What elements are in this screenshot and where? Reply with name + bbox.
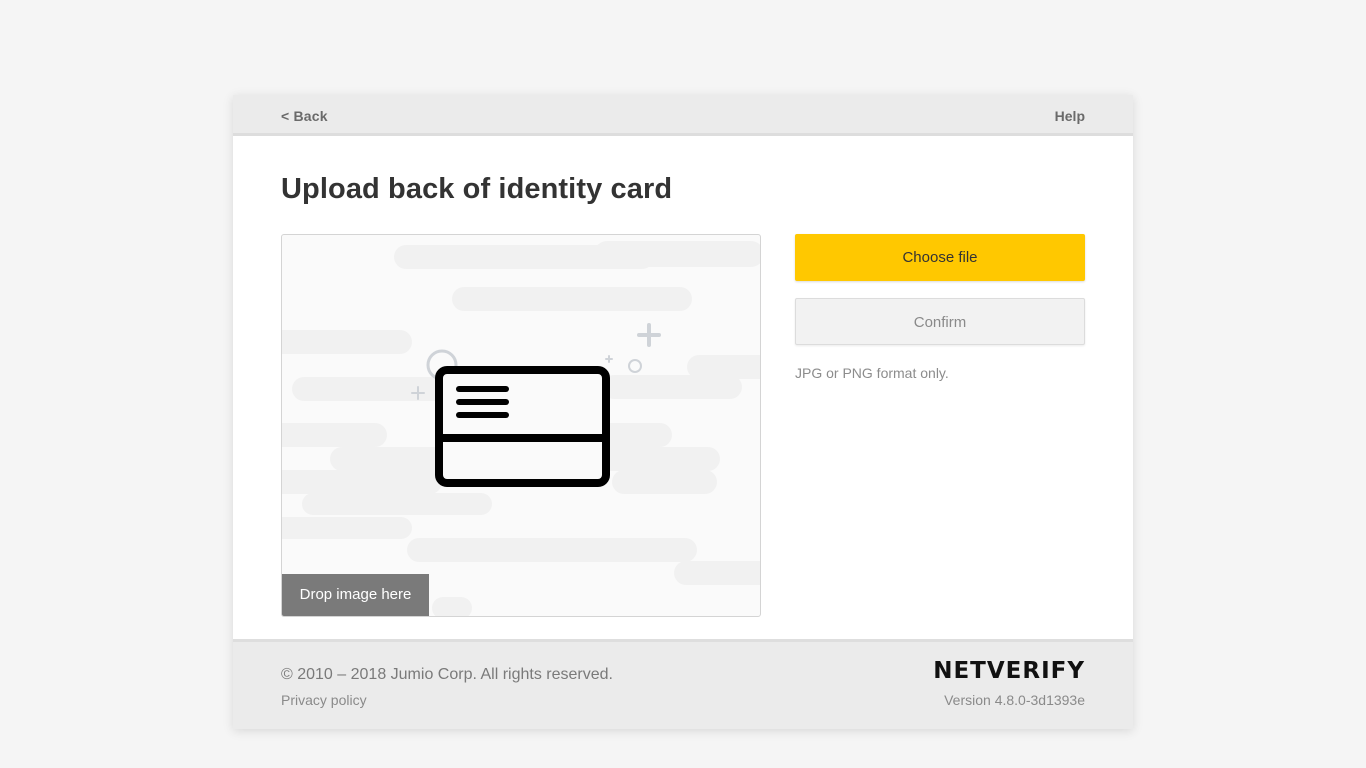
footer: © 2010 – 2018 Jumio Corp. All rights res… (233, 639, 1133, 729)
top-bar: < Back Help (233, 95, 1133, 136)
id-card-back-icon (435, 366, 610, 487)
netverify-logo: NETVERIFY (933, 658, 1085, 684)
confirm-button[interactable]: Confirm (795, 298, 1085, 345)
choose-file-button[interactable]: Choose file (795, 234, 1085, 281)
help-link[interactable]: Help (1055, 108, 1085, 124)
upload-card: < Back Help Upload back of identity card (233, 95, 1133, 729)
format-note: JPG or PNG format only. (795, 365, 949, 381)
privacy-policy-link[interactable]: Privacy policy (281, 692, 367, 708)
copyright-text: © 2010 – 2018 Jumio Corp. All rights res… (281, 666, 613, 683)
version-text: Version 4.8.0-3d1393e (944, 692, 1085, 708)
back-link[interactable]: < Back (281, 108, 328, 124)
page-title: Upload back of identity card (281, 173, 673, 205)
drop-zone-background (282, 241, 760, 616)
drop-zone[interactable]: Drop image here (281, 234, 761, 617)
drop-image-label: Drop image here (282, 574, 429, 616)
